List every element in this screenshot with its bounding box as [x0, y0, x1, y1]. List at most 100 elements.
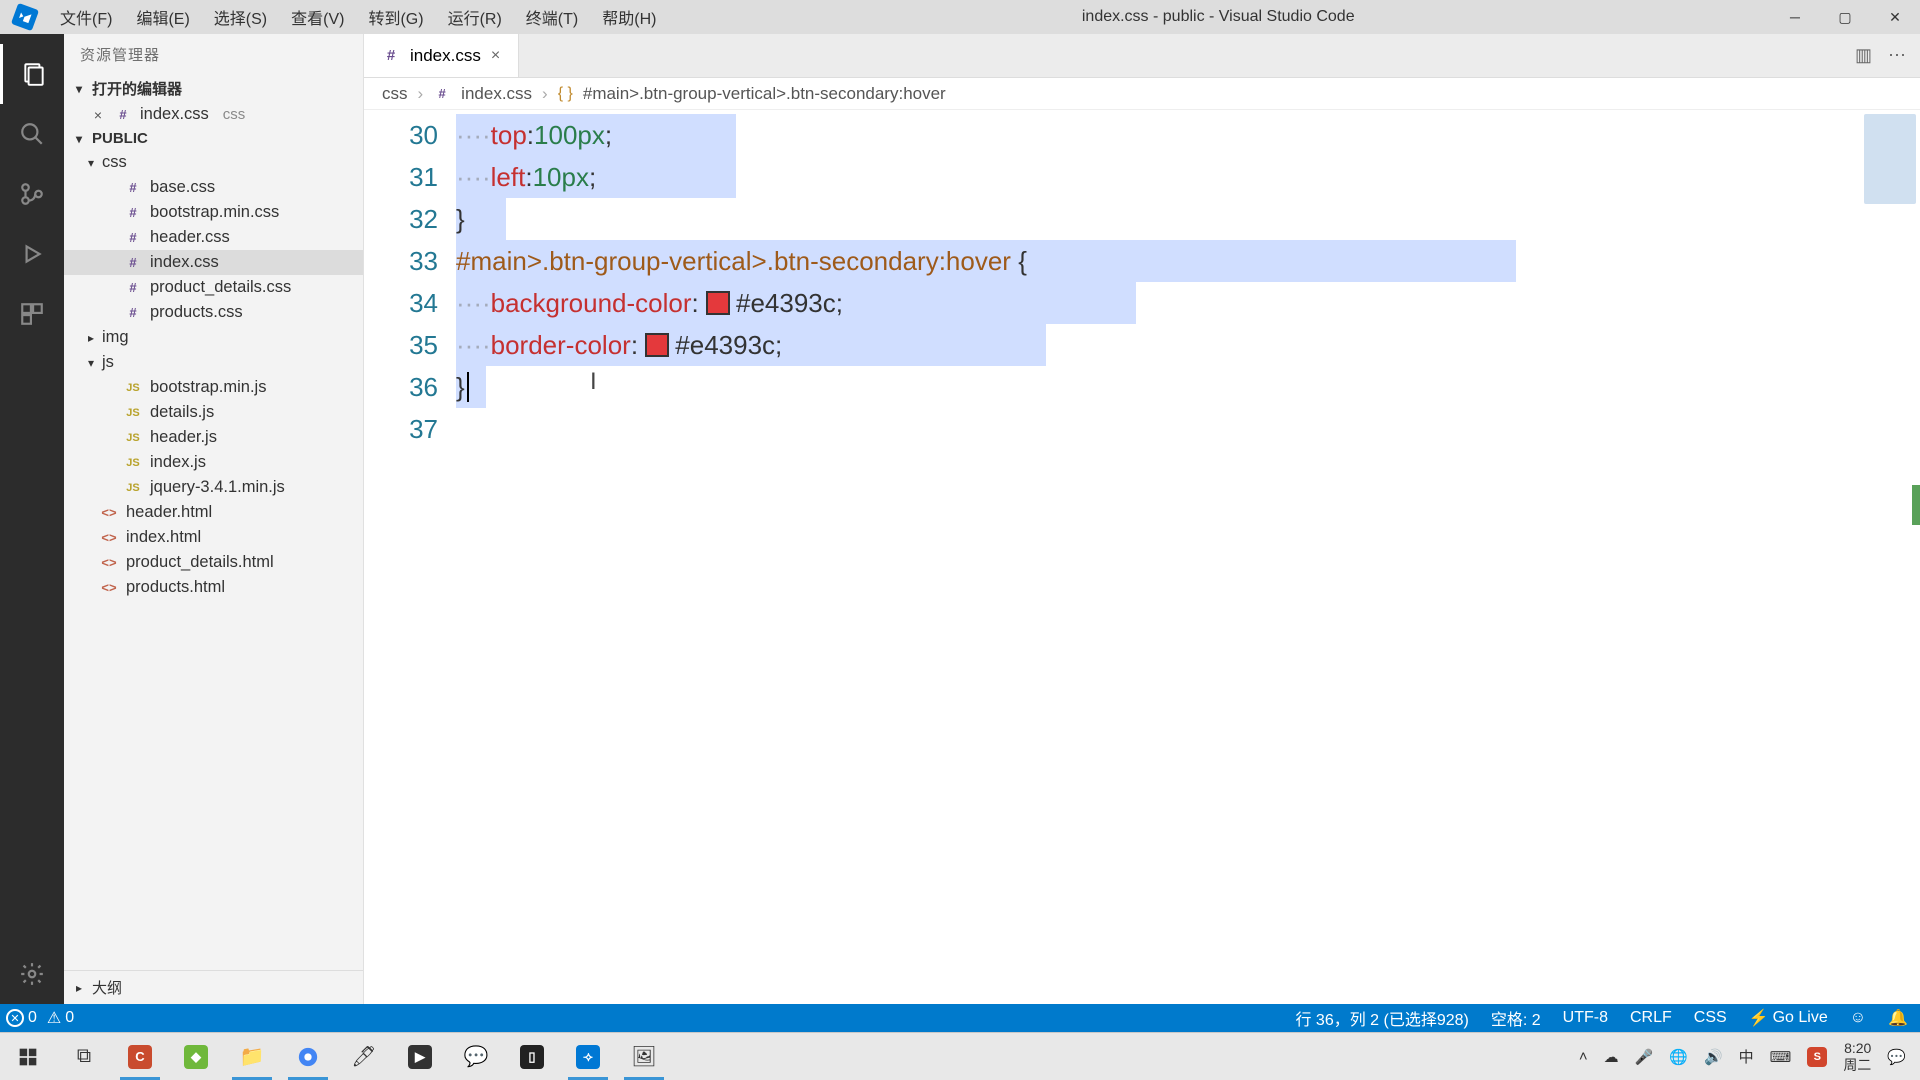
menu-help[interactable]: 帮助(H): [592, 1, 666, 33]
menu-run[interactable]: 运行(R): [438, 1, 512, 33]
taskbar-explorer[interactable]: 📁: [224, 1033, 280, 1080]
taskbar-chrome[interactable]: [280, 1033, 336, 1080]
chevron-down-icon: ▾: [72, 132, 86, 146]
taskbar-terminal[interactable]: ▯: [504, 1033, 560, 1080]
tray-keyboard-icon[interactable]: ⌨: [1770, 1048, 1792, 1066]
code-content[interactable]: ····top:100px;····left:10px;}#main>.btn-…: [456, 110, 1920, 1004]
open-editor-item[interactable]: × # index.css css: [64, 102, 363, 127]
minimize-button[interactable]: ─: [1770, 0, 1820, 34]
scroll-indicator: [1912, 485, 1920, 525]
taskbar-app-1[interactable]: C: [112, 1033, 168, 1080]
taskbar-images[interactable]: 🖼: [616, 1033, 672, 1080]
menu-selection[interactable]: 选择(S): [204, 1, 277, 33]
hash-icon: #: [124, 255, 142, 270]
status-errors[interactable]: ✕0: [6, 1009, 37, 1027]
status-feedback-icon[interactable]: ☺: [1850, 1009, 1866, 1027]
activity-debug-icon[interactable]: [0, 224, 64, 284]
tray-volume-icon[interactable]: 🔊: [1704, 1048, 1723, 1066]
file-bootstrap-js[interactable]: JSbootstrap.min.js: [64, 375, 363, 400]
brace-icon: { }: [558, 85, 573, 103]
html-icon: <>: [100, 555, 118, 570]
warning-icon: ⚠: [47, 1008, 61, 1028]
close-button[interactable]: ✕: [1870, 0, 1920, 34]
file-bootstrap-css[interactable]: #bootstrap.min.css: [64, 200, 363, 225]
file-header-html[interactable]: <>header.html: [64, 500, 363, 525]
taskbar-wechat[interactable]: 💬: [448, 1033, 504, 1080]
file-index-css[interactable]: # index.css: [64, 250, 363, 275]
more-actions-icon[interactable]: ⋯: [1888, 45, 1906, 66]
file-label: jquery-3.4.1.min.js: [150, 478, 285, 497]
status-golive[interactable]: ⚡Go Live: [1749, 1008, 1828, 1028]
menu-view[interactable]: 查看(V): [281, 1, 354, 33]
taskbar-app-4[interactable]: ▶: [392, 1033, 448, 1080]
open-editor-filename: index.css: [140, 105, 209, 124]
tray-expand-icon[interactable]: ˄: [1579, 1048, 1588, 1065]
broadcast-icon: ⚡: [1749, 1008, 1769, 1028]
code-editor[interactable]: 3031323334353637 ····top:100px;····left:…: [364, 110, 1920, 1004]
task-view-button[interactable]: ⧉: [56, 1033, 112, 1080]
hash-icon: #: [124, 305, 142, 320]
breadcrumb-part[interactable]: index.css: [461, 84, 532, 104]
status-eol[interactable]: CRLF: [1630, 1009, 1672, 1027]
breadcrumb-part[interactable]: css: [382, 84, 408, 104]
menu-go[interactable]: 转到(G): [358, 1, 433, 33]
status-warnings[interactable]: ⚠0: [47, 1008, 74, 1028]
file-details-js[interactable]: JSdetails.js: [64, 400, 363, 425]
tray-mic-icon[interactable]: 🎤: [1635, 1048, 1654, 1066]
file-header-css[interactable]: #header.css: [64, 225, 363, 250]
file-products-css[interactable]: # products.css: [64, 300, 363, 325]
file-label: bootstrap.min.js: [150, 378, 266, 397]
activity-search-icon[interactable]: [0, 104, 64, 164]
start-button[interactable]: [0, 1033, 56, 1080]
status-encoding[interactable]: UTF-8: [1563, 1009, 1608, 1027]
file-label: index.css: [150, 253, 219, 272]
status-language[interactable]: CSS: [1694, 1009, 1727, 1027]
tray-clock[interactable]: 8:20 周二: [1843, 1040, 1871, 1072]
folder-css[interactable]: ▾ css: [64, 150, 363, 175]
menu-terminal[interactable]: 终端(T): [516, 1, 588, 33]
breadcrumb[interactable]: css › # index.css › { } #main>.btn-group…: [364, 78, 1920, 110]
sidebar-header: 资源管理器: [64, 34, 363, 75]
status-indent[interactable]: 空格: 2: [1491, 1006, 1541, 1030]
tray-ime-icon[interactable]: 中: [1739, 1046, 1754, 1067]
tray-app-icon[interactable]: S: [1807, 1047, 1827, 1067]
file-product-details-css[interactable]: #product_details.css: [64, 275, 363, 300]
file-header-js[interactable]: JSheader.js: [64, 425, 363, 450]
tab-index-css[interactable]: # index.css ×: [364, 34, 519, 77]
minimap[interactable]: [1864, 114, 1916, 204]
outline-section[interactable]: ▸ 大纲: [64, 970, 363, 1004]
file-index-html[interactable]: <>index.html: [64, 525, 363, 550]
tray-onedrive-icon[interactable]: ☁: [1604, 1048, 1619, 1066]
workspace-root[interactable]: ▾ PUBLIC: [64, 127, 363, 150]
tab-close-icon[interactable]: ×: [491, 47, 500, 65]
folder-img[interactable]: ▸ img: [64, 325, 363, 350]
editor-area: # index.css × ▥ ⋯ css › # index.css › { …: [364, 34, 1920, 1004]
file-label: products.css: [150, 303, 243, 322]
status-bell-icon[interactable]: 🔔: [1888, 1008, 1908, 1028]
activity-explorer-icon[interactable]: [0, 44, 64, 104]
file-base-css[interactable]: #base.css: [64, 175, 363, 200]
status-cursor-position[interactable]: 行 36，列 2 (已选择928): [1295, 1006, 1468, 1030]
chevron-right-icon: ▸: [72, 981, 86, 995]
activity-settings-icon[interactable]: [0, 944, 64, 1004]
activity-extensions-icon[interactable]: [0, 284, 64, 344]
folder-js[interactable]: ▾ js: [64, 350, 363, 375]
js-icon: JS: [124, 407, 142, 419]
file-product-details-html[interactable]: <>product_details.html: [64, 550, 363, 575]
taskbar-vscode[interactable]: ⟢: [560, 1033, 616, 1080]
menu-file[interactable]: 文件(F): [50, 1, 122, 33]
file-products-html[interactable]: <>products.html: [64, 575, 363, 600]
split-editor-icon[interactable]: ▥: [1855, 45, 1872, 66]
open-editors-section[interactable]: ▾ 打开的编辑器: [64, 75, 363, 102]
activity-scm-icon[interactable]: [0, 164, 64, 224]
tray-network-icon[interactable]: 🌐: [1669, 1048, 1688, 1066]
taskbar-app-3[interactable]: 🖊: [336, 1033, 392, 1080]
maximize-button[interactable]: ▢: [1820, 0, 1870, 34]
close-icon[interactable]: ×: [90, 107, 106, 123]
taskbar-app-2[interactable]: ◆: [168, 1033, 224, 1080]
file-jquery-js[interactable]: JSjquery-3.4.1.min.js: [64, 475, 363, 500]
file-index-js[interactable]: JSindex.js: [64, 450, 363, 475]
tray-notifications-icon[interactable]: 💬: [1887, 1048, 1906, 1066]
menu-edit[interactable]: 编辑(E): [126, 1, 199, 33]
breadcrumb-part[interactable]: #main>.btn-group-vertical>.btn-secondary…: [583, 84, 946, 104]
